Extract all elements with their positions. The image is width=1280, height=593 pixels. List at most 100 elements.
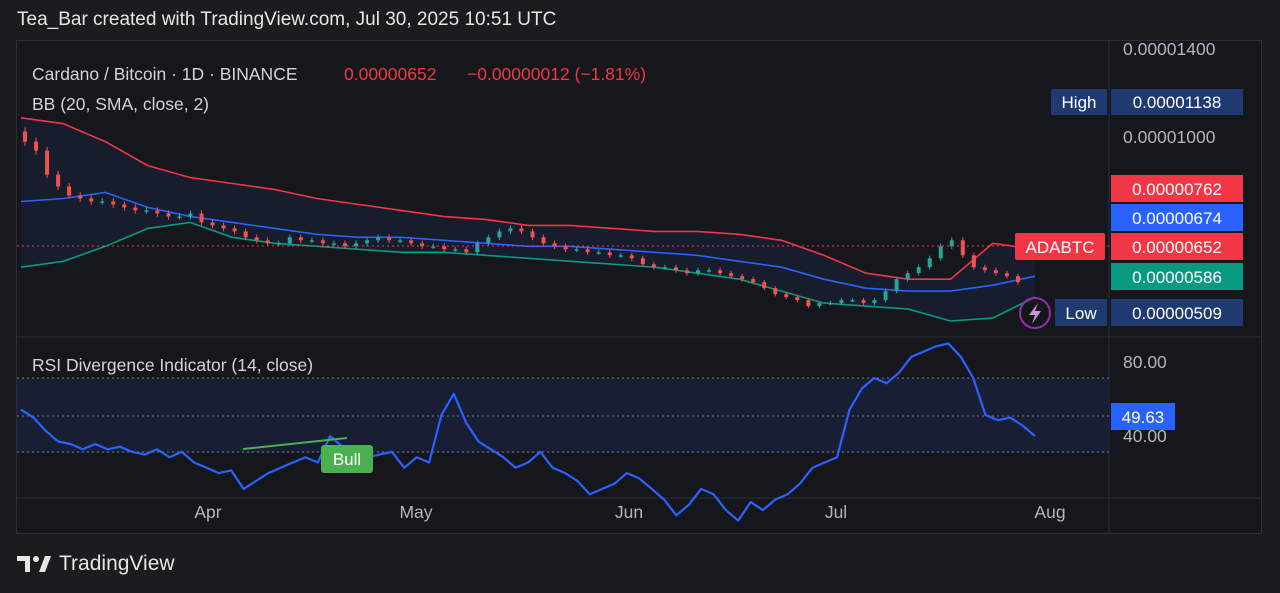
candle-body <box>309 240 314 242</box>
candle-body <box>34 141 39 151</box>
candle-body <box>497 231 502 238</box>
candle-body <box>806 300 811 307</box>
candle-body <box>872 300 877 304</box>
candle-body <box>442 246 447 250</box>
candle-body <box>817 303 822 307</box>
candle-body <box>331 243 336 245</box>
attribution-text: Tea_Bar created with TradingView.com, Ju… <box>17 9 557 30</box>
lightning-icon[interactable] <box>1029 303 1041 324</box>
candle-body <box>23 131 27 142</box>
footer: TradingView <box>17 548 175 580</box>
candle-body <box>1004 273 1009 277</box>
candle-body <box>541 237 546 244</box>
candle-body <box>938 246 943 259</box>
candle-body <box>508 228 513 232</box>
candle-body <box>177 216 182 218</box>
candle-body <box>905 273 910 280</box>
candle-body <box>464 249 469 253</box>
y-tick-1000: 0.00001000 <box>1123 127 1216 147</box>
footer-brand: TradingView <box>59 552 175 575</box>
candle-body <box>365 240 370 244</box>
x-tick-jun: Jun <box>615 502 643 522</box>
candle-body <box>883 291 888 301</box>
candle-body <box>453 249 458 251</box>
candle-body <box>1015 276 1020 283</box>
candle-body <box>673 267 678 271</box>
candle-body <box>707 270 712 272</box>
high-value: 0.00001138 <box>1133 93 1222 112</box>
candle-body <box>993 270 998 274</box>
low-value: 0.00000509 <box>1132 304 1222 323</box>
candle-body <box>762 282 767 289</box>
rsi-value: 49.63 <box>1122 408 1165 427</box>
candle-body <box>210 222 215 226</box>
candle-body <box>729 273 734 277</box>
candle-body <box>751 279 756 283</box>
candle-body <box>718 270 723 274</box>
candle-body <box>320 240 325 244</box>
candle-body <box>629 255 634 259</box>
candle-body <box>574 249 579 251</box>
candle-body <box>651 264 656 268</box>
basis-value: 0.00000674 <box>1132 209 1222 228</box>
candle-body <box>56 174 61 187</box>
candle-body <box>111 201 116 205</box>
lower-band-value: 0.00000586 <box>1132 268 1222 287</box>
candle-body <box>596 252 601 254</box>
candle-body <box>144 210 149 212</box>
candle-body <box>795 297 800 301</box>
candle-body <box>166 213 171 217</box>
low-label: Low <box>1065 304 1097 323</box>
chart-area[interactable]: Bull Cardano / Bitcoin · 1D · BINANCE 0.… <box>16 39 1262 534</box>
candle-body <box>398 240 403 242</box>
bollinger-fill <box>21 117 1035 321</box>
candle-body <box>298 237 303 241</box>
candle-body <box>982 267 987 271</box>
candle-body <box>199 213 204 223</box>
candle-body <box>431 246 436 248</box>
candle-body <box>100 201 105 203</box>
rsi-legend[interactable]: RSI Divergence Indicator (14, close) <box>32 355 313 375</box>
candle-body <box>133 207 138 211</box>
candle-body <box>122 204 127 208</box>
x-tick-may: May <box>399 502 432 522</box>
candle-body <box>387 237 392 241</box>
candle-body <box>960 240 965 256</box>
candle-body <box>916 267 921 274</box>
candle-body <box>839 300 844 304</box>
candle-body <box>287 237 292 244</box>
candle-body <box>784 294 789 298</box>
candle-body <box>563 246 568 250</box>
candle-body <box>155 210 160 214</box>
candle-body <box>243 231 248 238</box>
candle-body <box>409 240 414 244</box>
candle-body <box>530 231 535 238</box>
candle-body <box>684 270 689 274</box>
bb-band-area <box>21 117 1035 321</box>
ticker-label: ADABTC <box>1026 238 1095 257</box>
candle-body <box>232 228 237 232</box>
candle-body <box>828 303 833 305</box>
symbol-legend[interactable]: Cardano / Bitcoin · 1D · BINANCE <box>32 64 298 84</box>
bull-label: Bull <box>333 450 361 469</box>
candle-body <box>850 300 855 302</box>
candle-body <box>861 300 866 304</box>
candle-body <box>475 243 480 253</box>
candle-body <box>740 276 745 280</box>
candle-body <box>67 186 72 196</box>
candle-body <box>265 240 270 244</box>
candle-body <box>640 258 645 265</box>
candle-body <box>486 237 491 244</box>
candle-body <box>696 270 701 274</box>
rsi-tick-80: 80.00 <box>1123 352 1167 372</box>
chart-svg[interactable]: Bull Cardano / Bitcoin · 1D · BINANCE 0.… <box>17 39 1261 533</box>
tradingview-logo-icon <box>17 556 51 572</box>
bb-legend[interactable]: BB (20, SMA, close, 2) <box>32 94 209 114</box>
candle-body <box>188 213 193 217</box>
last-price-legend: 0.00000652 <box>344 64 436 84</box>
candle-body <box>89 198 94 202</box>
candle-body <box>773 288 778 295</box>
candle-body <box>607 252 612 256</box>
candle-body <box>662 267 667 269</box>
upper-band-value: 0.00000762 <box>1132 180 1222 199</box>
